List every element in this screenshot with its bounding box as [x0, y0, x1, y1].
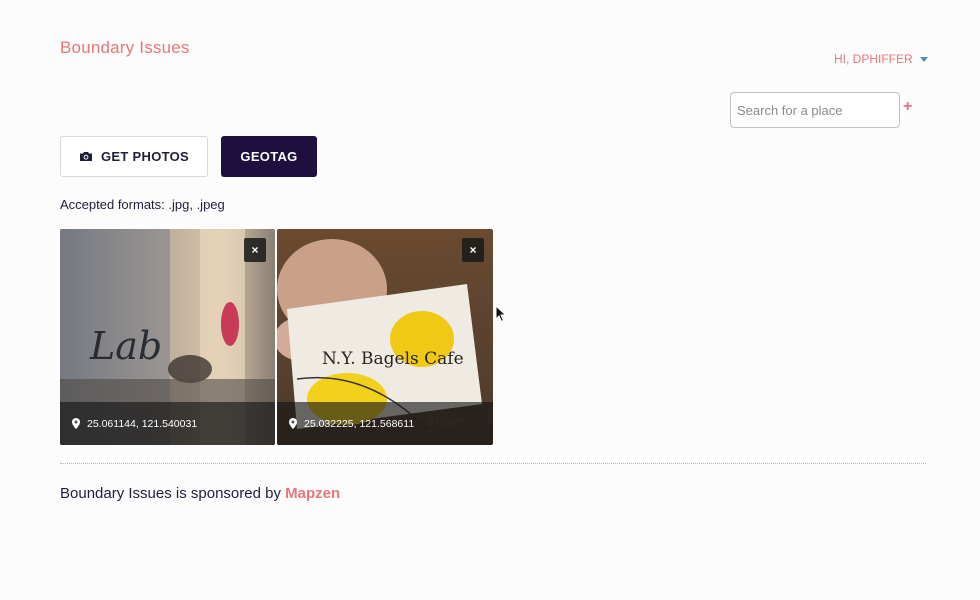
geotag-label: GEOTAG: [240, 149, 298, 164]
footer-sponsor: Boundary Issues is sponsored by Mapzen: [60, 485, 340, 502]
remove-photo-button[interactable]: ×: [244, 238, 266, 262]
photo-coordinates: 25.032225, 121.568611: [304, 417, 415, 430]
mapzen-link[interactable]: Mapzen: [285, 485, 340, 502]
svg-text:Lab: Lab: [89, 324, 162, 368]
add-place-button[interactable]: +: [903, 99, 912, 115]
user-menu[interactable]: HI, DPHIFFER: [834, 52, 928, 66]
user-menu-label: HI, DPHIFFER: [834, 52, 913, 66]
search-input[interactable]: [730, 92, 900, 128]
accepted-formats-text: Accepted formats: .jpg, .jpeg: [60, 197, 225, 212]
mouse-cursor-icon: [495, 305, 507, 323]
caret-down-icon: [919, 56, 928, 62]
photo-coordinates-bar: 25.032225, 121.568611: [277, 402, 493, 445]
svg-text:N.Y. Bagels Cafe: N.Y. Bagels Cafe: [322, 349, 464, 369]
geotag-button[interactable]: GEOTAG: [221, 136, 317, 177]
camera-icon: [80, 152, 92, 161]
get-photos-button[interactable]: GET PHOTOS: [60, 136, 208, 177]
footer-text: Boundary Issues is sponsored by: [60, 485, 286, 502]
photo-card: Lab × 25.061144, 121.540031: [60, 229, 275, 445]
map-pin-icon: [72, 418, 80, 429]
photo-card: N.Y. Bagels Cafe Sugar × 25.032225, 121.…: [277, 229, 493, 445]
photo-coordinates-bar: 25.061144, 121.540031: [60, 402, 275, 445]
remove-photo-button[interactable]: ×: [462, 238, 484, 262]
page: Boundary Issues HI, DPHIFFER + GET PHOTO…: [0, 0, 980, 600]
photo-coordinates: 25.061144, 121.540031: [87, 417, 198, 430]
get-photos-label: GET PHOTOS: [101, 149, 189, 164]
map-pin-icon: [289, 418, 297, 429]
brand-link[interactable]: Boundary Issues: [60, 38, 190, 58]
footer-divider: [60, 463, 926, 464]
